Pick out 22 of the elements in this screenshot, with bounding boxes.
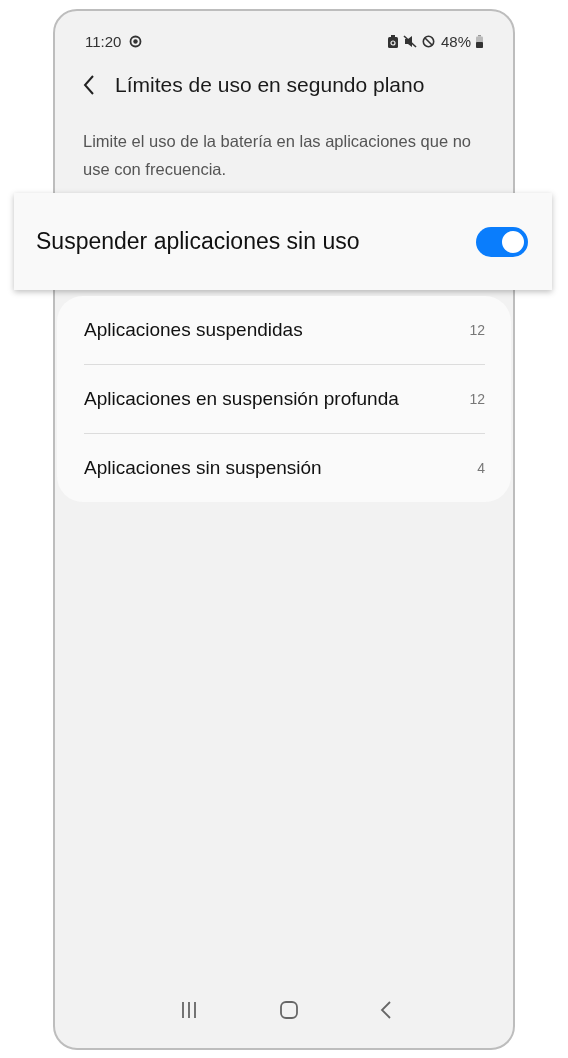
item-count: 12 <box>469 391 485 407</box>
item-label: Aplicaciones sin suspensión <box>84 457 323 479</box>
toggle-switch[interactable] <box>476 226 528 257</box>
back-icon[interactable] <box>380 1001 393 1019</box>
recent-apps-icon[interactable] <box>179 1001 198 1019</box>
home-icon[interactable] <box>279 1000 299 1020</box>
item-label: Aplicaciones en suspensión profunda <box>84 388 400 410</box>
list-item[interactable]: Aplicaciones en suspensión profunda 12 <box>84 365 485 433</box>
status-time: 11:20 <box>85 32 122 50</box>
description-text: Limite el uso de la batería en las aplicaciones que no use con frecuencia. <box>83 131 472 180</box>
battery-percent: 48% <box>440 32 471 50</box>
item-count: 12 <box>469 322 485 338</box>
mute-icon <box>402 34 417 48</box>
toggle-label: Suspender aplicaciones sin uso <box>36 228 361 255</box>
battery-icon <box>476 34 483 48</box>
item-count: 4 <box>477 460 485 476</box>
item-label: Aplicaciones suspendidas <box>84 319 304 341</box>
list-item[interactable]: Aplicaciones suspendidas 12 <box>84 296 485 364</box>
page-title: Límites de uso en segundo plano <box>115 73 425 97</box>
do-not-disturb-icon <box>421 34 435 48</box>
back-button[interactable] <box>83 74 95 96</box>
list-item[interactable]: Aplicaciones sin suspensión 4 <box>84 434 485 502</box>
